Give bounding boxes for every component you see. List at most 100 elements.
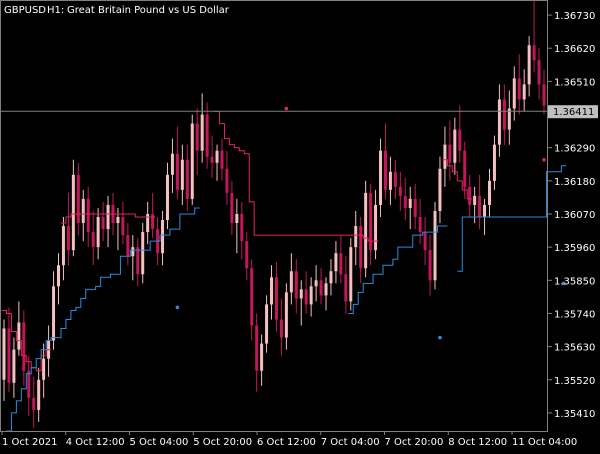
candle-body [52,286,56,341]
candle-body [175,153,179,190]
candle-body [274,277,278,320]
candle-body [240,213,244,242]
candle-body [418,217,422,233]
candle-body [255,325,259,371]
candle-body [299,289,303,299]
candle-body [438,168,442,211]
candle-body [374,204,378,251]
current-price-label-text: 1.36411 [553,107,594,118]
candle-body [126,235,130,257]
candle-body [66,226,70,251]
candle-body [542,84,546,106]
candle-body [195,123,199,151]
candle-body [527,45,531,85]
candle-body [408,198,412,208]
candle-body [170,153,174,175]
candle-body [235,213,239,224]
price-tick-label: 1.35960 [554,243,595,254]
candle [190,114,194,205]
candle-body [483,204,487,218]
candle-body [136,247,140,275]
candle-body [359,226,363,269]
candle-body [393,171,397,187]
candle-body [294,271,298,299]
symbol-label: GBPUSD [4,5,46,16]
candle-body [398,186,402,196]
price-tick-label: 1.35740 [554,309,595,320]
candle-body [141,232,145,275]
candle-body [334,253,338,272]
time-tick-label: 5 Oct 20:00 [193,437,252,448]
candle-body [225,168,229,193]
candle-body [364,192,368,269]
candle-body [468,186,472,205]
candle-body [443,144,447,169]
candle [364,180,368,278]
time-tick-label: 4 Oct 12:00 [66,437,125,448]
candle-body [71,174,75,251]
candle-body [284,292,288,338]
candle-body [210,156,214,163]
candle-body [403,195,407,208]
candle-body [106,204,110,230]
candle-body [161,220,165,254]
candle-body [512,78,516,109]
price-tick-label: 1.36620 [554,44,595,55]
price-tick-label: 1.36510 [554,77,595,88]
candle-body [383,150,387,190]
candle-body [12,349,16,383]
candle-body [27,370,31,398]
chart-window: 1.36730 1.36620 1.36510 1.36290 1.36180 1.360… [0,0,600,450]
candle-body [101,217,105,230]
candle-body [453,129,457,163]
candle-body [165,174,169,221]
price-tick-label: 1.35630 [554,343,595,354]
candle-body [492,144,496,181]
symbol-description: Great Britain Pound vs US Dollar [67,5,230,16]
candle [433,201,437,290]
candle-body [488,180,492,205]
candle-body [205,114,209,157]
candle-body [423,232,427,251]
candle-body [250,268,254,326]
time-tick-label: 6 Oct 12:00 [257,437,316,448]
chart-background [0,0,600,450]
candle-body [190,123,194,199]
candle-body [319,280,323,296]
candle-body [131,247,135,257]
candle-body [289,271,293,293]
candle-body [96,217,100,248]
candle-body [517,78,521,100]
candle-body [329,271,333,284]
candle-body [17,322,21,350]
candle-body [7,328,11,383]
time-tick-label: 8 Oct 12:00 [448,437,507,448]
timeframe-label: H1: [47,5,64,16]
candle-body [32,397,36,410]
candle-body [180,159,184,190]
candle-body [349,247,353,302]
candle [349,238,353,311]
candle-body [522,84,526,100]
candle-body [379,150,383,205]
candle-body [56,265,60,287]
candle-body [478,195,482,218]
candle-body [270,277,274,305]
candle-body [324,283,328,296]
candle-body [314,280,318,287]
candle-body [86,198,90,233]
candle-body [185,159,189,199]
time-tick-label: 1 Oct 2021 [2,437,57,448]
candle-body [121,217,125,236]
candle-body [473,195,477,205]
price-tick-label: 1.36730 [554,11,595,22]
candle-body [413,198,417,218]
candle-body [245,241,249,269]
candle-body [220,150,224,169]
current-price-label: 1.36411 [548,105,598,119]
candle-body [304,289,308,305]
candle-body [339,253,343,275]
candle-body [76,174,80,224]
candle-body [433,210,437,281]
candle-body [279,319,283,338]
